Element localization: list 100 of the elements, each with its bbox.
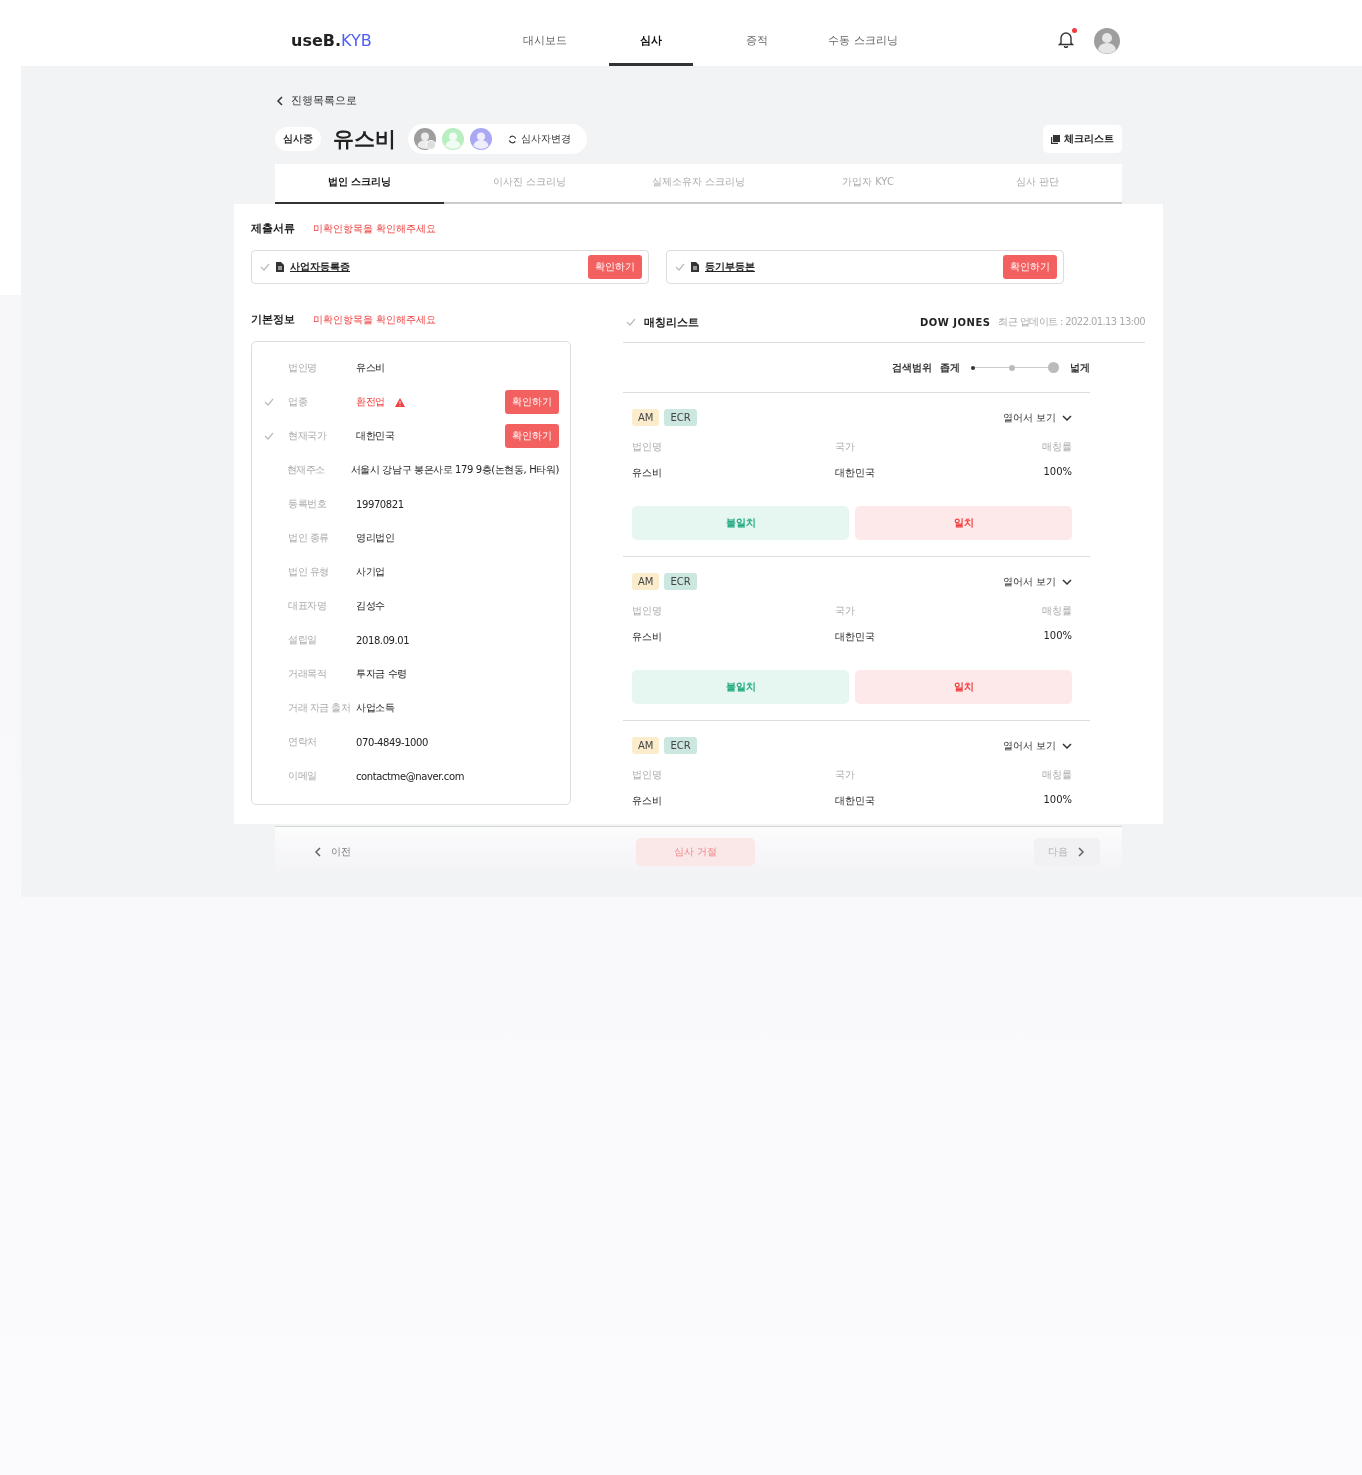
document-link[interactable]: 등기부등본 [705, 260, 755, 274]
confirm-button[interactable]: 확인하기 [505, 424, 559, 448]
check-icon[interactable] [626, 318, 636, 326]
check-icon[interactable] [675, 263, 685, 271]
checklist-button[interactable]: 체크리스트 [1043, 125, 1122, 153]
check-icon[interactable] [264, 397, 274, 406]
expand-button[interactable]: 열어서 보기 [1002, 574, 1072, 589]
section-title: 매칭리스트 [644, 314, 699, 330]
category-tag: ECR [664, 737, 697, 754]
column-label: 법인명 [632, 604, 663, 618]
column-label: 국가 [835, 440, 856, 454]
result-value: 100% [1042, 630, 1072, 643]
confirm-button[interactable]: 확인하기 [588, 255, 642, 279]
field-value: 투자금 수령 [356, 667, 407, 681]
field-label: 거래목적 [288, 667, 327, 681]
category-tag: AM [632, 737, 660, 754]
source-name: DOW JONES [920, 316, 991, 328]
check-icon[interactable] [264, 431, 274, 440]
match-button[interactable]: 일치 [855, 506, 1072, 540]
field-label: 설립일 [288, 633, 318, 647]
screening-tab[interactable]: 심사 판단 [952, 164, 1123, 204]
chevron-down-icon [1062, 740, 1072, 751]
field-value: contactme@naver.com [356, 770, 464, 782]
check-icon[interactable] [260, 263, 270, 271]
field-value: 070-4849-1000 [356, 736, 428, 748]
reject-button[interactable]: 심사 거절 [635, 838, 756, 866]
range-label: 검색범위 [892, 360, 932, 375]
document-icon [276, 262, 284, 272]
field-value: 김성수 [356, 599, 385, 613]
nav-tab[interactable]: 증적 [715, 15, 799, 66]
document-icon [691, 262, 699, 272]
field-value: 2018.09.01 [356, 634, 410, 646]
nav-tab[interactable]: 대시보드 [503, 15, 587, 66]
warning-text: 미확인항목을 확인해주세요 [313, 312, 437, 327]
field-label: 연락처 [288, 735, 318, 749]
document-link[interactable]: 사업자등록증 [290, 260, 350, 274]
chevron-left-icon [275, 95, 285, 106]
field-value: 사기업 [356, 565, 385, 579]
result-value: 유스비 [632, 630, 663, 644]
warning-text: 미확인항목을 확인해주세요 [313, 221, 437, 236]
logo[interactable]: useB.KYB [291, 31, 503, 50]
category-tag: ECR [664, 409, 697, 426]
previous-button[interactable]: 이전 [307, 844, 357, 860]
confirm-button[interactable]: 확인하기 [1003, 255, 1057, 279]
result-value: 대한민국 [835, 794, 876, 808]
field-label: 법인 유형 [288, 565, 330, 579]
result-value: 대한민국 [835, 466, 876, 480]
field-label: 거래 자금 출처 [288, 701, 352, 715]
column-label: 매칭률 [1041, 604, 1072, 618]
field-label: 이메일 [288, 769, 318, 783]
change-reviewer-button[interactable]: 심사자변경 [508, 132, 571, 146]
mismatch-button[interactable]: 불일치 [632, 506, 849, 540]
reviewer-avatar[interactable] [442, 128, 464, 150]
checklist-icon [1051, 134, 1060, 144]
result-value: 대한민국 [835, 630, 876, 644]
range-max-label: 넓게 [1070, 360, 1090, 375]
status-badge: 심사중 [275, 127, 321, 151]
field-label: 등록번호 [288, 497, 327, 511]
expand-button[interactable]: 열어서 보기 [1002, 738, 1072, 753]
range-min-label: 좁게 [940, 360, 960, 375]
field-label: 대표자명 [288, 599, 327, 613]
confirm-button[interactable]: 확인하기 [505, 390, 559, 414]
match-button[interactable]: 일치 [855, 670, 1072, 704]
range-slider[interactable] [971, 361, 1059, 374]
slider-thumb[interactable] [1048, 361, 1059, 373]
category-tag: AM [632, 573, 660, 590]
chevron-right-icon [1076, 847, 1086, 857]
refresh-icon [508, 134, 517, 144]
screening-tab[interactable]: 가입자 KYC [783, 164, 953, 204]
company-name: 유스비 [333, 126, 396, 153]
nav-tab[interactable]: 심사 [609, 15, 693, 66]
chevron-down-icon [1062, 576, 1072, 587]
chevron-left-icon [313, 847, 323, 857]
expand-button[interactable]: 열어서 보기 [1002, 410, 1072, 425]
field-value: 서울시 강남구 봉은사로 179 9층(논현동, H타워) [350, 463, 559, 477]
section-title: 제출서류 [251, 221, 295, 236]
category-tag: ECR [664, 573, 697, 590]
result-value: 100% [1042, 794, 1072, 807]
field-label: 법인 종류 [288, 531, 330, 545]
field-label: 업종 [288, 395, 308, 409]
column-label: 국가 [835, 604, 856, 618]
mismatch-button[interactable]: 불일치 [632, 670, 849, 704]
column-label: 매칭률 [1041, 440, 1072, 454]
reviewer-avatar[interactable] [470, 128, 492, 150]
field-value: 사업소득 [356, 701, 395, 715]
reviewer-avatar[interactable] [414, 128, 436, 150]
back-link[interactable]: 진행목록으로 [275, 66, 1122, 108]
chevron-down-icon [1062, 412, 1072, 423]
bell-icon[interactable] [1058, 29, 1074, 48]
screening-tab[interactable]: 실제소유자 스크리닝 [613, 164, 784, 204]
field-label: 법인명 [288, 361, 318, 375]
nav-tab[interactable]: 수동 스크리닝 [821, 15, 905, 66]
result-value: 유스비 [632, 466, 663, 480]
column-label: 법인명 [632, 768, 663, 782]
field-value: 영리법인 [356, 531, 395, 545]
column-label: 국가 [835, 768, 856, 782]
avatar-icon[interactable] [1094, 27, 1120, 54]
field-value: 환전업 [356, 395, 385, 409]
screening-tab[interactable]: 이사진 스크리닝 [444, 164, 614, 204]
field-value: 유스비 [356, 361, 385, 375]
